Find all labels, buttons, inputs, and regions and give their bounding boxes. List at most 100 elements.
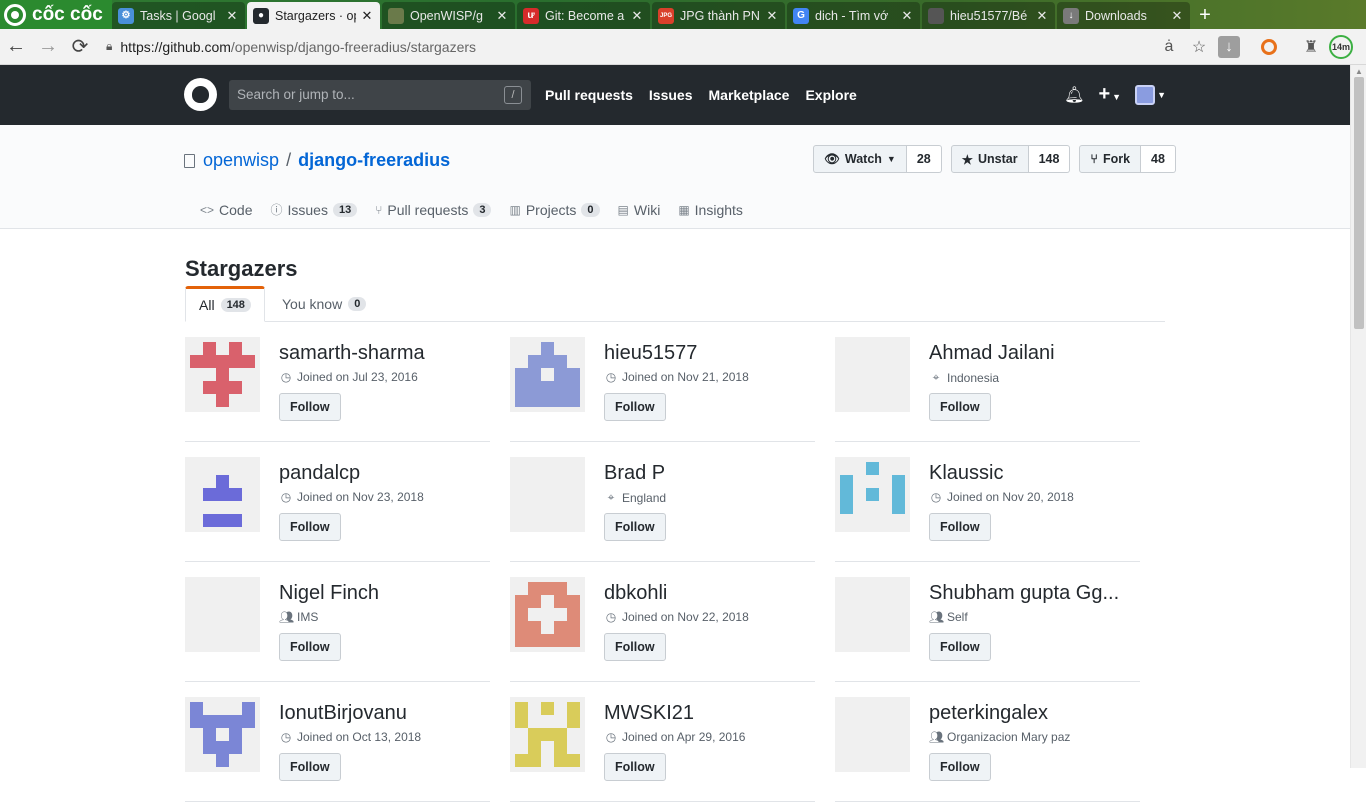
follow-button[interactable]: Follow xyxy=(604,753,666,781)
nav-issues[interactable]: Issues xyxy=(649,87,693,103)
follow-button[interactable]: Follow xyxy=(279,753,341,781)
create-new-menu[interactable]: + ▼ xyxy=(1098,83,1121,106)
scroll-up-arrow-icon[interactable]: ▲ xyxy=(1355,67,1363,76)
identicon-cell xyxy=(541,582,554,595)
nav-marketplace[interactable]: Marketplace xyxy=(709,87,790,103)
browser-tab[interactable]: OpenWISP/g ✕ xyxy=(382,2,515,29)
translate-icon[interactable]: ȧ xyxy=(1154,32,1184,62)
avatar[interactable] xyxy=(510,577,585,652)
follow-button[interactable]: Follow xyxy=(279,393,341,421)
user-name-link[interactable]: dbkohli xyxy=(604,582,667,605)
browser-tab[interactable]: ↓ Downloads ✕ xyxy=(1057,2,1190,29)
identicon-cell xyxy=(528,355,541,368)
fork-button[interactable]: ⑂ Fork xyxy=(1079,145,1142,173)
repo-tab-insights[interactable]: ▦ Insights xyxy=(678,201,743,218)
avatar[interactable] xyxy=(185,577,260,652)
follow-button[interactable]: Follow xyxy=(604,393,666,421)
close-tab-icon[interactable]: ✕ xyxy=(900,8,914,24)
follow-button[interactable]: Follow xyxy=(279,633,341,661)
user-name-link[interactable]: Brad P xyxy=(604,462,665,485)
tab-you-know[interactable]: You know 0 xyxy=(269,286,379,322)
follow-button[interactable]: Follow xyxy=(279,513,341,541)
watch-button[interactable]: 👁︎ Watch ▼ xyxy=(813,145,907,173)
repo-tab-projects[interactable]: ▥ Projects 0 xyxy=(509,201,600,218)
follow-button[interactable]: Follow xyxy=(604,633,666,661)
follow-button[interactable]: Follow xyxy=(929,393,991,421)
url-host: https://github.com xyxy=(120,38,231,55)
user-name-link[interactable]: pandalcp xyxy=(279,462,360,485)
star-count[interactable]: 148 xyxy=(1028,145,1071,173)
user-name-link[interactable]: MWSKI21 xyxy=(604,702,694,725)
watch-count[interactable]: 28 xyxy=(906,145,942,173)
avatar[interactable] xyxy=(185,337,260,412)
incognito-icon[interactable]: ♜ xyxy=(1296,32,1326,62)
avatar[interactable] xyxy=(510,697,585,772)
forward-button[interactable]: → xyxy=(32,31,64,63)
browser-tab[interactable]: ● Stargazers · op ✕ xyxy=(247,2,380,29)
repo-name-link[interactable]: django-freeradius xyxy=(298,150,450,171)
repo-tab-wiki[interactable]: ▤ Wiki xyxy=(618,201,661,218)
user-name-link[interactable]: Ahmad Jailani xyxy=(929,342,1055,365)
user-name-link[interactable]: samarth-sharma xyxy=(279,342,425,365)
follow-button[interactable]: Follow xyxy=(929,633,991,661)
avatar[interactable] xyxy=(835,577,910,652)
bookmark-star-icon[interactable]: ☆ xyxy=(1184,32,1214,62)
browser-tab[interactable]: JPG JPG thành PN ✕ xyxy=(652,2,785,29)
star-group: ★ Unstar 148 xyxy=(950,145,1071,173)
user-menu[interactable]: ▼ xyxy=(1135,84,1166,105)
browser-tab[interactable]: hieu51577/Bé ✕ xyxy=(922,2,1055,29)
close-tab-icon[interactable]: ✕ xyxy=(630,8,644,24)
close-tab-icon[interactable]: ✕ xyxy=(495,8,509,24)
identicon-cell xyxy=(567,381,580,394)
avatar[interactable] xyxy=(835,697,910,772)
close-tab-icon[interactable]: ✕ xyxy=(1035,8,1049,24)
repo-tab-issues[interactable]: ⓘ Issues 13 xyxy=(270,201,358,218)
avatar[interactable] xyxy=(185,697,260,772)
tab-all[interactable]: All 148 xyxy=(185,286,265,322)
new-tab-button[interactable]: + xyxy=(1192,2,1218,29)
follow-button[interactable]: Follow xyxy=(929,513,991,541)
download-button[interactable]: ↓ xyxy=(1214,32,1244,62)
nav-pull-requests[interactable]: Pull requests xyxy=(545,87,633,103)
github-octocat-icon[interactable] xyxy=(184,78,217,111)
repo-tab-pull-requests[interactable]: ⑂ Pull requests 3 xyxy=(375,201,492,218)
notifications-bell-icon[interactable]: 🔔︎ xyxy=(1064,85,1084,105)
fork-count[interactable]: 48 xyxy=(1141,145,1176,173)
page-scrollbar[interactable]: ▲ xyxy=(1350,65,1366,768)
repo-owner-link[interactable]: openwisp xyxy=(203,150,279,171)
user-name-link[interactable]: Shubham gupta Gg... xyxy=(929,582,1119,605)
follow-button[interactable]: Follow xyxy=(604,513,666,541)
nav-explore[interactable]: Explore xyxy=(805,87,856,103)
user-name-link[interactable]: hieu51577 xyxy=(604,342,697,365)
browser-tab[interactable]: ⚙ Tasks | Googl ✕ xyxy=(112,2,245,29)
timer-extension-button[interactable]: 14m xyxy=(1326,32,1356,62)
avatar[interactable] xyxy=(510,457,585,532)
repo-tab-code[interactable]: <> Code xyxy=(200,201,252,218)
unstar-button[interactable]: ★ Unstar xyxy=(950,145,1029,173)
avatar[interactable] xyxy=(835,337,910,412)
follow-button[interactable]: Follow xyxy=(929,753,991,781)
close-tab-icon[interactable]: ✕ xyxy=(360,8,374,24)
browser-tab[interactable]: ư Git: Become a ✕ xyxy=(517,2,650,29)
browser-brand[interactable]: cốc cốc xyxy=(0,0,112,29)
organization-icon: 👥︎ xyxy=(929,610,945,624)
user-name-link[interactable]: peterkingalex xyxy=(929,702,1048,725)
identicon-cell xyxy=(229,342,242,355)
close-tab-icon[interactable]: ✕ xyxy=(1170,8,1184,24)
avatar[interactable] xyxy=(510,337,585,412)
back-button[interactable]: ← xyxy=(0,31,32,63)
avatar[interactable] xyxy=(835,457,910,532)
avatar[interactable] xyxy=(185,457,260,532)
search-input[interactable]: Search or jump to... / xyxy=(229,80,531,110)
extension-icon[interactable] xyxy=(1254,32,1284,62)
user-name-link[interactable]: Nigel Finch xyxy=(279,582,379,605)
close-tab-icon[interactable]: ✕ xyxy=(225,8,239,24)
reload-button[interactable]: ⟳ xyxy=(64,31,96,63)
browser-tab[interactable]: Gdich - Tìm vớ ✕ xyxy=(787,2,920,29)
clock-icon: ◷ xyxy=(930,490,942,504)
address-bar[interactable]: 🔒︎ https://github.com/openwisp/django-fr… xyxy=(96,33,1154,61)
user-name-link[interactable]: IonutBirjovanu xyxy=(279,702,407,725)
user-name-link[interactable]: Klaussic xyxy=(929,462,1003,485)
close-tab-icon[interactable]: ✕ xyxy=(765,8,779,24)
scrollbar-thumb[interactable] xyxy=(1354,77,1364,329)
